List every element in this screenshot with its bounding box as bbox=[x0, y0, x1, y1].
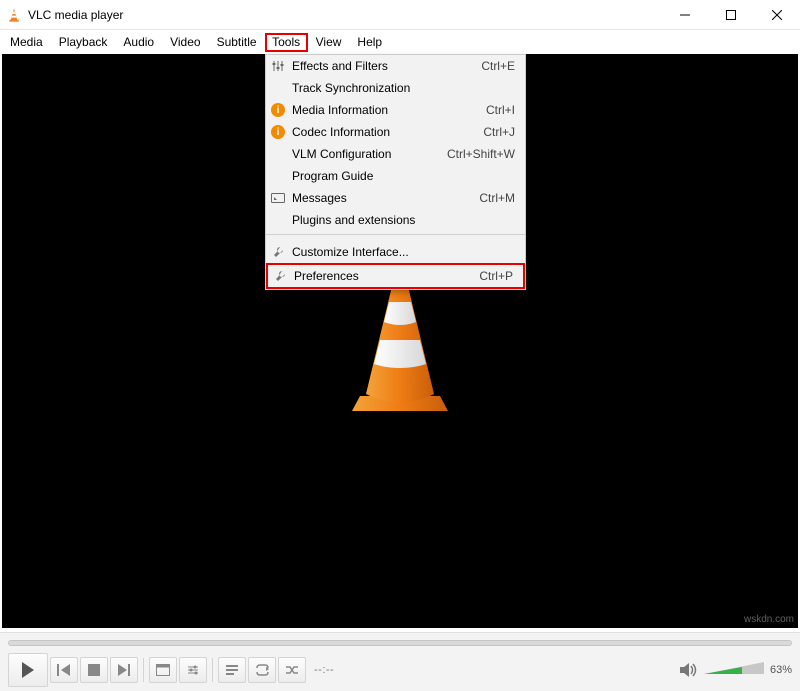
info-icon: i bbox=[266, 125, 290, 139]
menu-item-effects-and-filters[interactable]: Effects and FiltersCtrl+E bbox=[266, 55, 525, 77]
menu-item-shortcut: Ctrl+P bbox=[479, 269, 513, 283]
menu-item-label: Preferences bbox=[292, 269, 479, 283]
tools-dropdown: Effects and FiltersCtrl+E Track Synchroni… bbox=[265, 54, 526, 290]
menu-item-shortcut: Ctrl+M bbox=[479, 191, 515, 205]
menu-item-shortcut: Ctrl+Shift+W bbox=[447, 147, 515, 161]
messages-icon bbox=[266, 193, 290, 203]
time-display: --:-- bbox=[308, 664, 340, 676]
menu-item-vlm-configuration[interactable]: VLM ConfigurationCtrl+Shift+W bbox=[266, 143, 525, 165]
watermark: wskdn.com bbox=[744, 614, 794, 625]
seek-bar[interactable] bbox=[0, 633, 800, 651]
playlist-button[interactable] bbox=[218, 657, 246, 683]
menu-item-label: Codec Information bbox=[290, 125, 483, 139]
maximize-button[interactable] bbox=[708, 0, 754, 30]
menu-item-shortcut: Ctrl+J bbox=[483, 125, 515, 139]
menu-playback[interactable]: Playback bbox=[51, 32, 116, 52]
menu-item-label: VLM Configuration bbox=[290, 147, 447, 161]
vlc-icon bbox=[6, 7, 22, 23]
menu-item-shortcut: Ctrl+E bbox=[481, 59, 515, 73]
menu-item-shortcut: Ctrl+I bbox=[486, 103, 515, 117]
ext-settings-button[interactable] bbox=[179, 657, 207, 683]
menu-video[interactable]: Video bbox=[162, 32, 208, 52]
window-title: VLC media player bbox=[28, 8, 662, 22]
menu-item-messages[interactable]: MessagesCtrl+M bbox=[266, 187, 525, 209]
wrench-icon bbox=[268, 269, 292, 283]
wrench-icon bbox=[266, 245, 290, 259]
menu-item-label: Effects and Filters bbox=[290, 59, 481, 73]
menu-subtitle[interactable]: Subtitle bbox=[209, 32, 265, 52]
menu-item-plugins-and-extensions[interactable]: Plugins and extensions bbox=[266, 209, 525, 231]
menu-audio[interactable]: Audio bbox=[115, 32, 162, 52]
menu-item-label: Media Information bbox=[290, 103, 486, 117]
menu-item-customize-interface[interactable]: Customize Interface... bbox=[266, 241, 525, 263]
volume-icon[interactable] bbox=[680, 662, 698, 678]
volume-slider[interactable] bbox=[704, 666, 764, 674]
menu-item-label: Track Synchronization bbox=[290, 81, 515, 95]
menubar: MediaPlaybackAudioVideoSubtitleToolsView… bbox=[0, 30, 800, 54]
menu-item-media-information[interactable]: iMedia InformationCtrl+I bbox=[266, 99, 525, 121]
menu-media[interactable]: Media bbox=[2, 32, 51, 52]
menu-item-label: Plugins and extensions bbox=[290, 213, 515, 227]
volume-percent: 63% bbox=[770, 664, 792, 676]
titlebar: VLC media player bbox=[0, 0, 800, 30]
sliders-icon bbox=[266, 60, 290, 72]
stop-button[interactable] bbox=[80, 657, 108, 683]
fullscreen-button[interactable] bbox=[149, 657, 177, 683]
menu-item-label: Messages bbox=[290, 191, 479, 205]
play-button[interactable] bbox=[8, 653, 48, 687]
minimize-button[interactable] bbox=[662, 0, 708, 30]
menu-item-preferences[interactable]: PreferencesCtrl+P bbox=[266, 263, 525, 289]
menu-help[interactable]: Help bbox=[349, 32, 390, 52]
info-icon: i bbox=[266, 103, 290, 117]
menu-item-label: Customize Interface... bbox=[290, 245, 515, 259]
menu-view[interactable]: View bbox=[308, 32, 350, 52]
menu-separator bbox=[266, 234, 525, 241]
menu-item-codec-information[interactable]: iCodec InformationCtrl+J bbox=[266, 121, 525, 143]
menu-item-program-guide[interactable]: Program Guide bbox=[266, 165, 525, 187]
prev-button[interactable] bbox=[50, 657, 78, 683]
next-button[interactable] bbox=[110, 657, 138, 683]
loop-button[interactable] bbox=[248, 657, 276, 683]
menu-tools[interactable]: Tools bbox=[265, 33, 308, 52]
menu-item-track-synchronization[interactable]: Track Synchronization bbox=[266, 77, 525, 99]
close-button[interactable] bbox=[754, 0, 800, 30]
controls: --:-- 63% bbox=[0, 632, 800, 691]
shuffle-button[interactable] bbox=[278, 657, 306, 683]
menu-item-label: Program Guide bbox=[290, 169, 515, 183]
